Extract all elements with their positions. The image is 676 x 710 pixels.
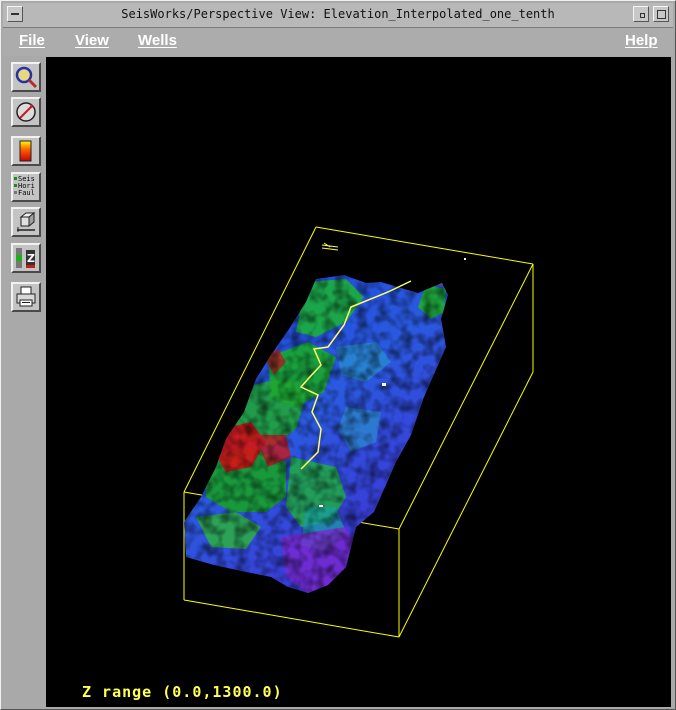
app-window: SeisWorks/Perspective View: Elevation_In… bbox=[0, 0, 676, 710]
minimize-button[interactable] bbox=[633, 6, 649, 22]
cube-icon bbox=[17, 211, 36, 232]
compass-rotate-icon bbox=[16, 102, 36, 122]
zoom-tool-button[interactable] bbox=[11, 62, 41, 92]
perspective-scene[interactable] bbox=[46, 57, 671, 707]
colorbar-icon bbox=[19, 140, 32, 162]
perspective-viewport[interactable]: Z range (0.0,1300.0) bbox=[46, 57, 671, 707]
magnifier-icon bbox=[15, 66, 38, 89]
data-selection-tool-button[interactable]: Seis Hori Faul bbox=[11, 172, 41, 202]
printer-icon bbox=[16, 286, 36, 307]
menu-view[interactable]: View bbox=[75, 32, 109, 49]
z-scale-tool-button[interactable]: Z bbox=[11, 243, 41, 273]
maximize-icon bbox=[657, 10, 666, 19]
maximize-button[interactable] bbox=[653, 6, 669, 22]
elevation-surface bbox=[184, 275, 448, 593]
tool-palette: Seis Hori Faul Z bbox=[3, 57, 45, 707]
menu-wells[interactable]: Wells bbox=[138, 32, 177, 49]
svg-text:Z: Z bbox=[27, 252, 35, 265]
menu-help[interactable]: Help bbox=[625, 32, 658, 49]
box-edge-bottom-right bbox=[398, 371, 534, 638]
window-title: SeisWorks/Perspective View: Elevation_In… bbox=[121, 7, 555, 21]
marker-point bbox=[319, 505, 323, 507]
z-range-label: Z range (0.0,1300.0) bbox=[82, 683, 283, 701]
minimize-icon bbox=[640, 13, 645, 18]
z-scale-icon: Z bbox=[16, 248, 35, 268]
print-tool-button[interactable] bbox=[11, 282, 41, 312]
colorbar-tool-button[interactable] bbox=[11, 136, 41, 166]
faul-checkbox-icon bbox=[14, 191, 17, 194]
seis-checkbox-icon bbox=[14, 177, 17, 180]
menu-file[interactable]: File bbox=[19, 32, 45, 49]
box-edge-bottom-front bbox=[183, 599, 400, 638]
rotate-tool-button[interactable] bbox=[11, 97, 41, 127]
marker-point bbox=[464, 258, 466, 260]
title-bar[interactable]: SeisWorks/Perspective View: Elevation_In… bbox=[3, 3, 673, 28]
legend-line-faul: Faul bbox=[14, 190, 35, 197]
north-arrow-icon bbox=[321, 242, 339, 251]
menu-bar: File View Wells Help bbox=[3, 28, 673, 56]
marker-point bbox=[382, 383, 386, 386]
legend-label-faul: Faul bbox=[18, 189, 35, 197]
hori-checkbox-icon bbox=[14, 184, 17, 187]
seis-hori-faul-legend-icon: Seis Hori Faul bbox=[14, 176, 35, 197]
box-edge-back-top bbox=[315, 226, 534, 265]
view-box-tool-button[interactable] bbox=[11, 207, 41, 237]
